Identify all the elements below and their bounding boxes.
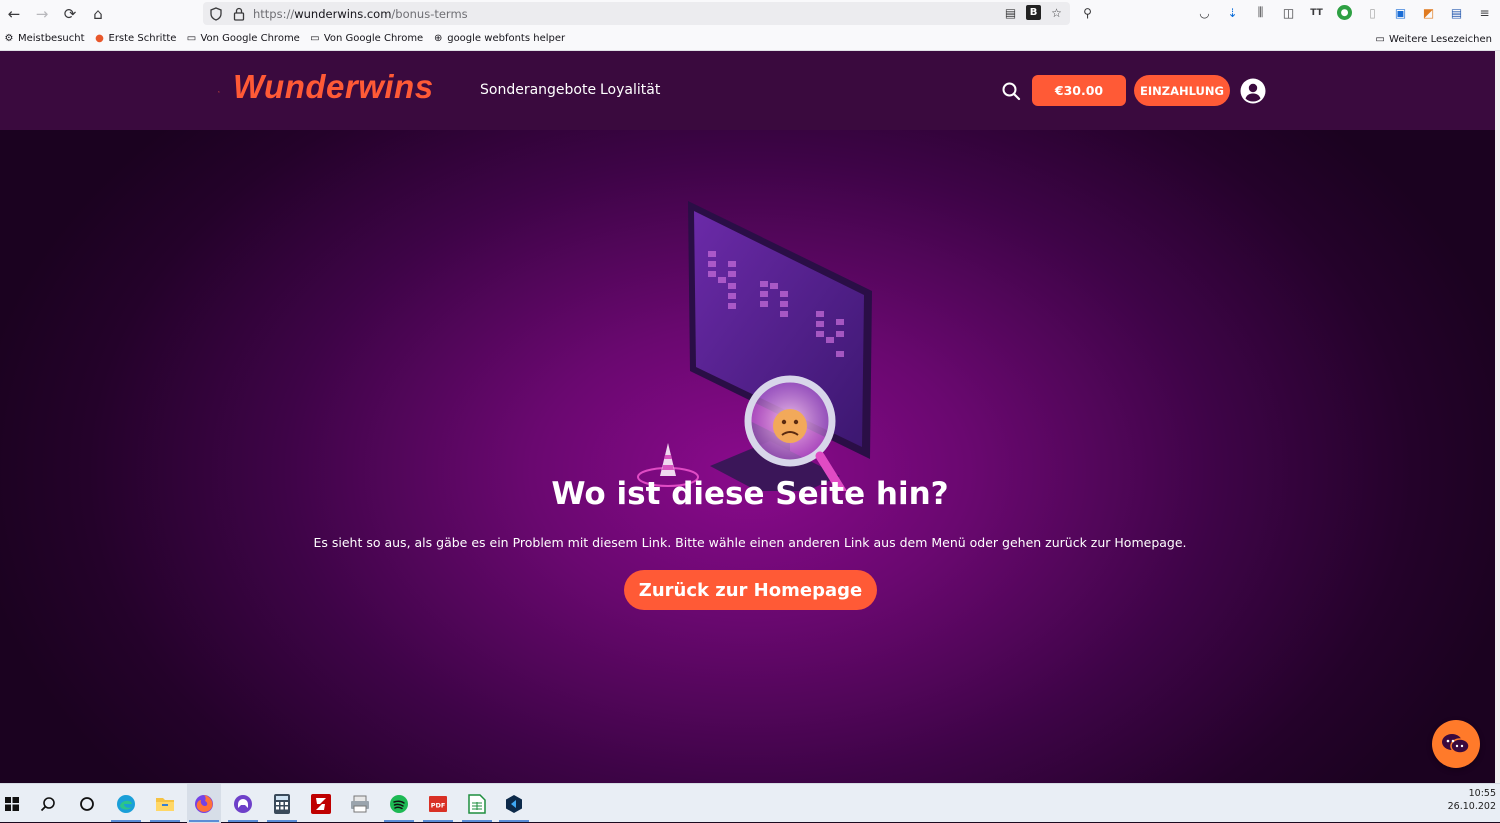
bookmark-item[interactable]: ●Erste Schritte	[94, 33, 177, 45]
live-chat-button[interactable]	[1432, 720, 1480, 768]
folder-icon: ▭	[1374, 33, 1386, 45]
vscode-icon[interactable]	[497, 784, 531, 823]
bookmark-label: Meistbesucht	[18, 33, 85, 44]
url-prefix: https://	[253, 7, 294, 21]
calculator-icon[interactable]	[265, 784, 299, 823]
reload-icon[interactable]: ⟳	[56, 0, 84, 27]
extension-doc-icon[interactable]: ▤	[1449, 5, 1464, 20]
download-icon[interactable]: ⇣	[1225, 5, 1240, 20]
bookmark-star-icon[interactable]: ☆	[1049, 5, 1064, 20]
edge-icon[interactable]	[109, 784, 143, 823]
site-viewport: Wunderwins Sonderangebote Loyalität €30.…	[0, 51, 1495, 783]
bookmark-label: google webfonts helper	[447, 33, 565, 44]
firefox-icon: ●	[94, 33, 106, 45]
page-scrollbar[interactable]	[1495, 51, 1500, 783]
extension-blank-icon[interactable]: ▯	[1365, 5, 1380, 20]
svg-text:PDF: PDF	[431, 801, 446, 809]
bookmark-item[interactable]: ⚙Meistbesucht	[3, 33, 85, 45]
deposit-button[interactable]: EINZAHLUNG	[1134, 75, 1230, 106]
home-icon[interactable]: ⌂	[84, 0, 112, 27]
pocket-icon[interactable]: ◡	[1197, 5, 1212, 20]
lock-icon[interactable]	[233, 7, 245, 21]
file-explorer-icon[interactable]	[148, 784, 182, 823]
url-host: wunderwins.com	[294, 7, 391, 21]
site-logo[interactable]: Wunderwins	[233, 68, 434, 106]
clock-time: 10:55	[1448, 787, 1496, 800]
printer-icon[interactable]	[343, 784, 377, 823]
folder-icon: ▭	[309, 33, 321, 45]
folder-icon: ▭	[185, 33, 197, 45]
search-icon[interactable]: ⚲	[1080, 5, 1095, 20]
github-desktop-icon[interactable]	[226, 784, 260, 823]
sidebar-icon[interactable]: ◫	[1281, 5, 1296, 20]
site-header: Wunderwins Sonderangebote Loyalität €30.…	[0, 51, 1495, 130]
back-to-homepage-button[interactable]: Zurück zur Homepage	[624, 570, 877, 610]
bookmark-label: Von Google Chrome	[200, 33, 299, 44]
back-arrow-icon[interactable]: ←	[0, 0, 28, 27]
bookmark-item[interactable]: ▭Von Google Chrome	[185, 33, 299, 45]
bookmark-item[interactable]: ▭Von Google Chrome	[309, 33, 423, 45]
other-bookmarks[interactable]: ▭Weitere Lesezeichen	[1374, 33, 1492, 45]
globe-icon: ⊕	[432, 33, 444, 45]
forward-arrow-icon[interactable]: →	[28, 0, 56, 27]
url-text[interactable]: https://wunderwins.com/bonus-terms	[253, 7, 468, 21]
reader-view-icon[interactable]: ▤	[1003, 5, 1018, 20]
shield-icon[interactable]	[209, 7, 223, 21]
error-message: Es sieht so aus, als gäbe es ein Problem…	[0, 535, 1495, 550]
bookmark-label: Erste Schritte	[109, 33, 177, 44]
url-path: /bonus-terms	[391, 7, 467, 21]
filezilla-icon[interactable]	[304, 784, 338, 823]
menu-icon[interactable]: ≡	[1477, 5, 1492, 20]
error-404-illustration	[620, 191, 900, 491]
extension-color-icon[interactable]: ◩	[1421, 5, 1436, 20]
search-icon[interactable]	[1001, 81, 1021, 101]
bookmark-item[interactable]: ⊕google webfonts helper	[432, 33, 565, 45]
extension-b-icon[interactable]: B	[1026, 5, 1041, 20]
firefox-icon[interactable]	[187, 784, 221, 823]
extension-screen-icon[interactable]: ▣	[1393, 5, 1408, 20]
gear-icon: ⚙	[3, 33, 15, 45]
windows-taskbar: PDF 10:55 26.10.202	[0, 783, 1500, 822]
extension-tt-icon[interactable]: TT	[1309, 5, 1324, 20]
browser-toolbar: ← → ⟳ ⌂ https://wunderwins.com/bonus-ter…	[0, 0, 1500, 27]
spotify-icon[interactable]	[382, 784, 416, 823]
search-icon[interactable]	[31, 784, 65, 823]
start-icon[interactable]	[0, 784, 29, 823]
spreadsheet-icon[interactable]	[460, 784, 494, 823]
system-clock[interactable]: 10:55 26.10.202	[1448, 787, 1496, 813]
bookmarks-bar: ⚙Meistbesucht ●Erste Schritte ▭Von Googl…	[0, 27, 1500, 51]
url-bar[interactable]: https://wunderwins.com/bonus-terms ▤ B ☆	[203, 2, 1070, 25]
nav-link-loyalty[interactable]: Loyalität	[600, 82, 660, 98]
other-bookmarks-label: Weitere Lesezeichen	[1389, 34, 1492, 45]
bookmark-label: Von Google Chrome	[324, 33, 423, 44]
library-icon[interactable]: ⫼	[1253, 5, 1268, 20]
extension-green-icon[interactable]: ●	[1337, 5, 1352, 20]
balance-button[interactable]: €30.00	[1032, 75, 1126, 106]
nav-link-specials[interactable]: Sonderangebote	[480, 82, 596, 98]
error-title: Wo ist diese Seite hin?	[0, 476, 1495, 512]
pdf-icon[interactable]: PDF	[421, 784, 455, 823]
clock-date: 26.10.202	[1448, 800, 1496, 813]
chat-bubbles-icon	[1441, 731, 1471, 757]
user-account-icon[interactable]	[1240, 78, 1266, 104]
cortana-icon[interactable]	[70, 784, 104, 823]
